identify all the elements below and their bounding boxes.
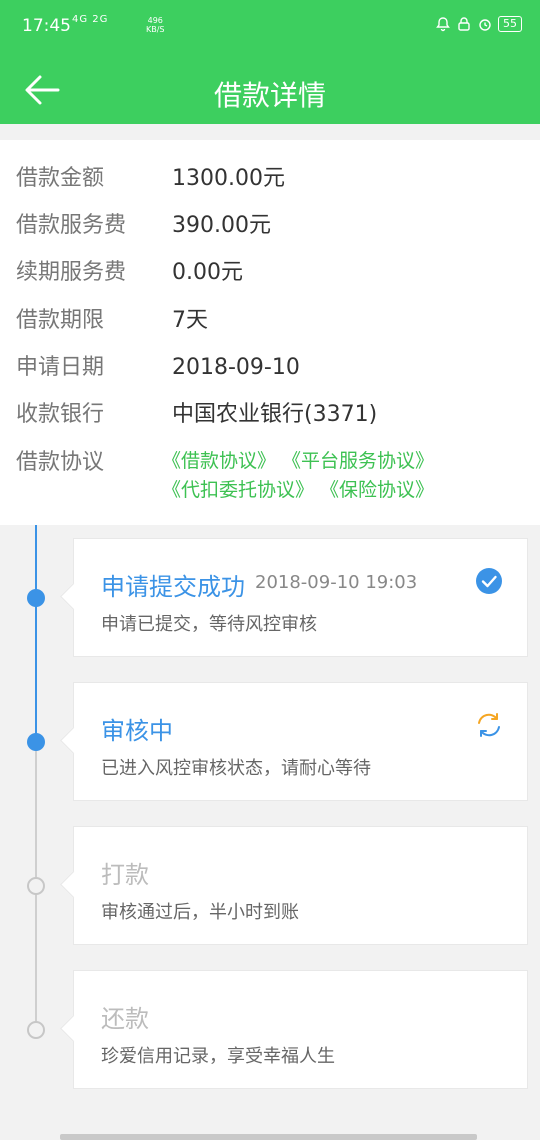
refresh-icon xyxy=(478,713,500,737)
info-label: 收款银行 xyxy=(16,402,105,427)
info-label: 借款服务费 xyxy=(16,213,127,238)
battery-indicator: 55 xyxy=(498,16,522,32)
timeline-dot xyxy=(27,733,45,751)
network-speed-value: 496 xyxy=(147,16,163,25)
timeline-dot xyxy=(27,877,45,895)
step-description: 珍爱信用记录，享受幸福人生 xyxy=(101,1046,335,1067)
info-value: 390.00元 xyxy=(172,213,271,238)
bell-icon xyxy=(436,17,450,32)
step-description: 审核通过后，半小时到账 xyxy=(101,902,299,923)
timeline-dot xyxy=(27,589,45,607)
timeline-line-completed xyxy=(35,525,37,742)
info-label: 申请日期 xyxy=(16,355,105,380)
step-card-reviewing: 审核中 已进入风控审核状态，请耐心等待 xyxy=(73,682,528,801)
info-value: 0.00元 xyxy=(172,260,243,285)
step-description: 申请已提交，等待风控审核 xyxy=(101,614,317,635)
lock-icon xyxy=(458,17,470,31)
info-value: 中国农业银行(3371) xyxy=(172,402,378,427)
alarm-icon xyxy=(479,19,491,31)
step-title: 打款 xyxy=(101,861,149,889)
agreement-line: 《借款协议》 《平台服务协议》 xyxy=(162,447,462,476)
step-title: 还款 xyxy=(101,1005,149,1033)
loan-info-card: 借款金额 1300.00元 借款服务费 390.00元 续期服务费 0.00元 … xyxy=(0,140,540,525)
agreement-links: 《借款协议》 《平台服务协议》 《代扣委托协议》 《保险协议》 xyxy=(162,447,462,505)
network-speed-unit: KB/S xyxy=(146,25,165,34)
info-value: 7天 xyxy=(172,308,208,333)
status-bar: 17:45 4G 2G 496 KB/S 55 xyxy=(0,0,540,56)
info-label: 借款期限 xyxy=(16,308,105,333)
status-icons: 55 xyxy=(435,16,522,32)
agreement-line: 《代扣委托协议》 《保险协议》 xyxy=(162,476,462,505)
insurance-agreement-link[interactable]: 《保险协议》 xyxy=(320,476,434,505)
info-label: 借款协议 xyxy=(16,450,105,475)
info-label: 借款金额 xyxy=(16,166,105,191)
step-title: 审核中 xyxy=(101,717,173,745)
loan-agreement-link[interactable]: 《借款协议》 xyxy=(162,447,276,476)
step-description: 已进入风控审核状态，请耐心等待 xyxy=(101,758,371,779)
timeline-dot xyxy=(27,1021,45,1039)
step-title: 申请提交成功 xyxy=(101,573,245,601)
network-indicator: 4G 2G xyxy=(72,14,109,25)
app-bar: 借款详情 xyxy=(0,56,540,124)
check-circle-icon xyxy=(476,568,502,594)
withholding-agreement-link[interactable]: 《代扣委托协议》 xyxy=(162,476,314,505)
step-time: 2018-09-10 19:03 xyxy=(255,572,418,593)
info-label: 续期服务费 xyxy=(16,260,127,285)
status-time: 17:45 xyxy=(22,16,71,36)
bottom-action-bar-edge xyxy=(60,1134,477,1140)
step-card-disbursement: 打款 审核通过后，半小时到账 xyxy=(73,826,528,945)
network-speed: 496 KB/S xyxy=(146,16,165,34)
platform-service-agreement-link[interactable]: 《平台服务协议》 xyxy=(282,447,434,476)
info-value: 2018-09-10 xyxy=(172,355,300,380)
page-title: 借款详情 xyxy=(213,79,326,112)
step-card-repayment: 还款 珍爱信用记录，享受幸福人生 xyxy=(73,970,528,1089)
info-value: 1300.00元 xyxy=(172,166,285,191)
step-card-submitted: 申请提交成功 2018-09-10 19:03 申请已提交，等待风控审核 xyxy=(73,538,528,657)
